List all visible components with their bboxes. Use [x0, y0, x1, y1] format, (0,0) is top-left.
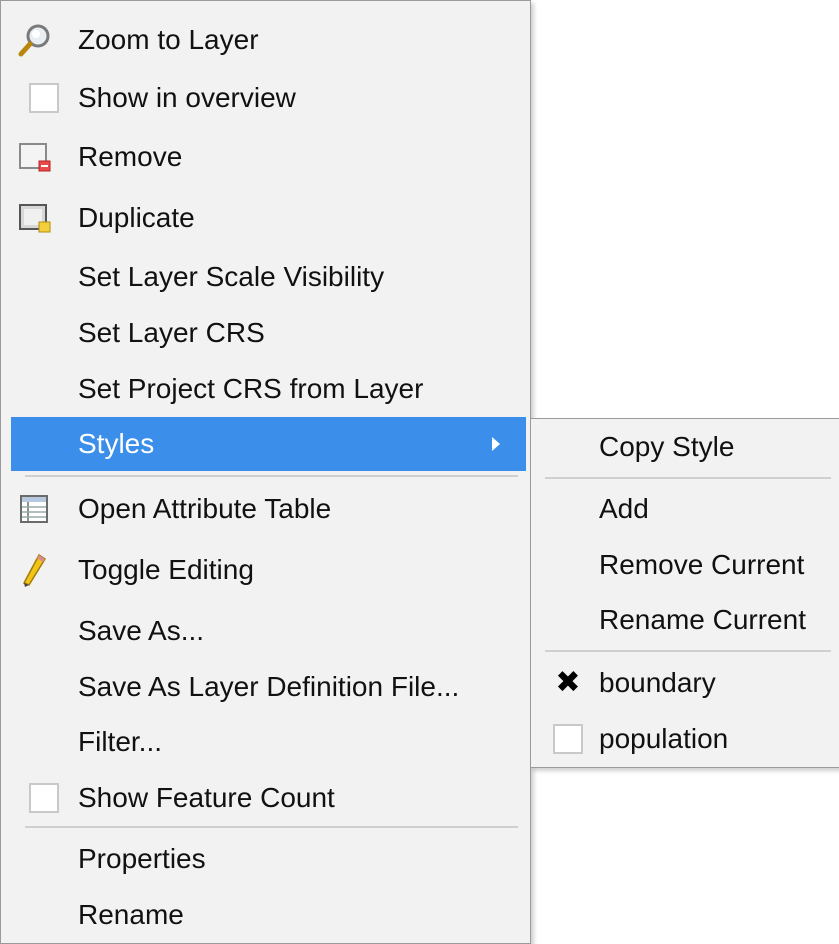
menu-item-label: Zoom to Layer [78, 24, 259, 55]
menu-item-label: Set Project CRS from Layer [78, 373, 424, 404]
submenu-item-label: Copy Style [599, 431, 735, 462]
submenu-item-label: boundary [599, 667, 716, 698]
menu-item-remove[interactable]: Remove [11, 130, 526, 184]
menu-item-save-as-layer-definition[interactable]: Save As Layer Definition File... [11, 660, 526, 714]
menu-item-label: Properties [78, 843, 206, 874]
menu-item-zoom-to-layer[interactable]: Zoom to Layer [11, 13, 526, 67]
submenu-item-label: Add [599, 493, 649, 524]
menu-item-label: Filter... [78, 726, 163, 757]
submenu-item-style-boundary[interactable]: ✖ boundary [543, 657, 837, 709]
menu-item-rename[interactable]: Rename [11, 888, 526, 942]
checked-x-icon[interactable]: ✖ [553, 668, 583, 698]
menu-item-styles[interactable]: Styles [11, 417, 526, 471]
menu-item-label: Duplicate [78, 202, 195, 233]
separator [25, 475, 518, 477]
separator [25, 826, 518, 828]
submenu-item-copy-style[interactable]: Copy Style [543, 421, 837, 473]
separator [545, 650, 831, 652]
attribute-table-icon [20, 495, 48, 523]
menu-item-properties[interactable]: Properties [11, 832, 526, 886]
population-checkbox[interactable] [553, 724, 583, 754]
menu-item-set-layer-crs[interactable]: Set Layer CRS [11, 306, 526, 360]
magnifier-icon [18, 24, 50, 57]
menu-item-label: Save As Layer Definition File... [78, 671, 460, 702]
menu-item-set-layer-scale-visibility[interactable]: Set Layer Scale Visibility [11, 250, 526, 304]
submenu-item-style-population[interactable]: population [543, 713, 837, 765]
submenu-arrow-icon [492, 437, 500, 451]
menu-item-label: Rename [78, 899, 184, 930]
submenu-item-label: Rename Current [599, 604, 806, 635]
menu-item-label: Show in overview [78, 82, 296, 113]
submenu-item-rename-current[interactable]: Rename Current [543, 594, 837, 646]
remove-layer-icon [19, 143, 51, 172]
menu-item-toggle-editing[interactable]: Toggle Editing [11, 543, 526, 597]
menu-item-label: Toggle Editing [78, 554, 254, 585]
layer-context-menu: Zoom to Layer Show in overview Remove Du… [0, 0, 531, 944]
menu-item-open-attribute-table[interactable]: Open Attribute Table [11, 482, 526, 536]
submenu-item-add[interactable]: Add [543, 483, 837, 535]
screen: Zoom to Layer Show in overview Remove Du… [0, 0, 839, 944]
menu-item-label: Open Attribute Table [78, 493, 332, 524]
separator [545, 477, 831, 479]
menu-item-label: Styles [78, 428, 155, 459]
menu-item-filter[interactable]: Filter... [11, 715, 526, 769]
menu-item-label: Set Layer CRS [78, 317, 265, 348]
submenu-item-remove-current[interactable]: Remove Current [543, 539, 837, 591]
submenu-item-label: population [599, 723, 729, 754]
menu-item-label: Save As... [78, 615, 205, 646]
menu-item-set-project-crs[interactable]: Set Project CRS from Layer [11, 362, 526, 416]
menu-item-save-as[interactable]: Save As... [11, 604, 526, 658]
menu-item-label: Set Layer Scale Visibility [78, 261, 385, 292]
pencil-icon [22, 553, 47, 587]
menu-item-show-in-overview[interactable]: Show in overview [11, 71, 526, 125]
show-feature-count-checkbox[interactable] [29, 783, 59, 813]
menu-item-show-feature-count[interactable]: Show Feature Count [11, 771, 526, 825]
duplicate-layer-icon [19, 204, 51, 233]
styles-submenu: Copy Style Add Remove Current Rename Cur… [530, 418, 839, 768]
show-in-overview-checkbox[interactable] [29, 83, 59, 113]
menu-item-duplicate[interactable]: Duplicate [11, 191, 526, 245]
menu-item-label: Remove [78, 141, 183, 172]
menu-item-label: Show Feature Count [78, 782, 335, 813]
submenu-item-label: Remove Current [599, 549, 805, 580]
